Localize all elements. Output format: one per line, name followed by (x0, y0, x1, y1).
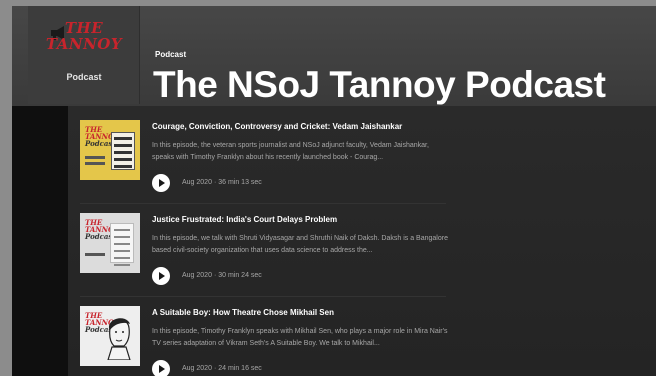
play-button[interactable] (152, 267, 170, 285)
episode-row[interactable]: THE TANNOY Podcast Justice Frustrated: I… (80, 205, 448, 297)
page-title: The NSoJ Tannoy Podcast (153, 64, 606, 105)
episode-duration: 24 min 16 sec (218, 365, 262, 372)
cover-logo: THE TANNOY (45, 19, 123, 53)
thumbnail-bar (85, 156, 105, 159)
cover-label: Podcast (66, 72, 102, 82)
episode-duration: 30 min 24 sec (218, 272, 262, 279)
play-button[interactable] (152, 360, 170, 376)
episode-description: In this episode, Timothy Franklyn speaks… (152, 328, 448, 347)
left-rail (12, 106, 68, 376)
episode-title[interactable]: A Suitable Boy: How Theatre Chose Mikhai… (152, 308, 452, 317)
episode-date: Aug 2020 (182, 179, 212, 186)
thumbnail-bar (85, 162, 105, 165)
episode-meta: Aug 2020 · 36 min 13 sec (182, 179, 262, 186)
episode-row[interactable]: THE TANNOY Podcast A Suitable Boy: How T… (80, 298, 448, 376)
play-button[interactable] (152, 174, 170, 192)
episode-description: In this episode, the veteran sports jour… (152, 142, 429, 161)
episode-title[interactable]: Justice Frustrated: India's Court Delays… (152, 215, 452, 224)
podcast-header: THE TANNOY Podcast Podcast The NSoJ Tann… (12, 6, 656, 106)
thumbnail-bar (85, 253, 105, 256)
episode-date: Aug 2020 (182, 365, 212, 372)
episode-thumbnail[interactable]: THE TANNOY Podcast (80, 120, 140, 180)
episode-meta: Aug 2020 · 30 min 24 sec (182, 272, 262, 279)
episode-thumbnail[interactable]: THE TANNOY Podcast (80, 213, 140, 273)
book-cover-art (111, 132, 135, 170)
episode-thumbnail[interactable]: THE TANNOY Podcast (80, 306, 140, 366)
page-kicker: Podcast (155, 50, 187, 59)
episode-duration: 36 min 13 sec (218, 179, 262, 186)
episode-meta: Aug 2020 · 24 min 16 sec (182, 365, 262, 372)
document-art (110, 223, 134, 266)
episode-list: THE TANNOY Podcast Courage, Conviction, … (68, 106, 656, 376)
podcast-page: THE TANNOY Podcast Podcast The NSoJ Tann… (12, 6, 656, 376)
episode-row[interactable]: THE TANNOY Podcast Courage, Conviction, … (80, 112, 446, 204)
portrait-illustration (107, 318, 131, 360)
podcast-cover[interactable]: THE TANNOY Podcast (28, 6, 140, 104)
episode-description: In this episode, we talk with Shruti Vid… (152, 235, 448, 254)
episode-title[interactable]: Courage, Conviction, Controversy and Cri… (152, 122, 452, 131)
episode-date: Aug 2020 (182, 272, 212, 279)
